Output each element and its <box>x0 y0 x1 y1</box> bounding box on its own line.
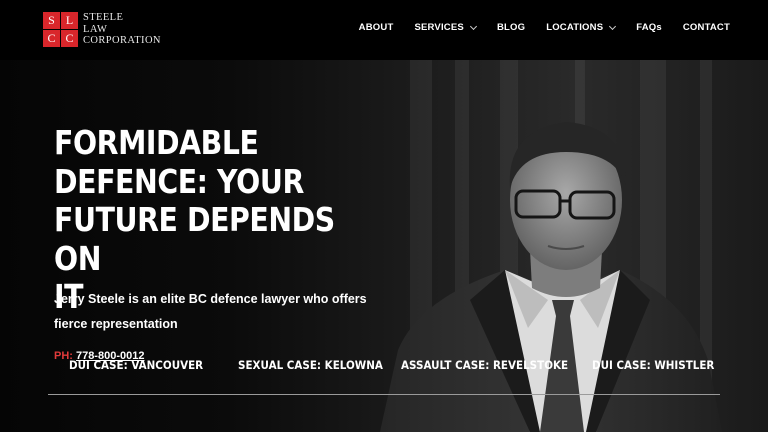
case-link-dui-vancouver[interactable]: DUI CASE: VANCOUVER <box>69 358 203 372</box>
main-nav: ABOUT SERVICES BLOG LOCATIONS FAQs CONTA… <box>338 22 730 33</box>
logo-wordmark: STEELE LAW CORPORATION <box>83 12 161 47</box>
nav-item-contact[interactable]: CONTACT <box>683 22 730 33</box>
nav-item-services[interactable]: SERVICES <box>414 22 477 33</box>
logo-letter: L <box>61 12 78 29</box>
nav-item-faqs[interactable]: FAQs <box>636 22 662 33</box>
nav-item-blog[interactable]: BLOG <box>497 22 525 33</box>
nav-item-label: FAQs <box>636 22 662 33</box>
nav-item-label: LOCATIONS <box>546 22 604 33</box>
section-divider <box>48 394 720 395</box>
logo-mark: S L C C <box>43 12 78 47</box>
hero-subtext: Jerry Steele is an elite BC defence lawy… <box>54 292 367 331</box>
site-header: S L C C STEELE LAW CORPORATION ABOUT SER… <box>0 0 768 60</box>
chevron-down-icon <box>469 22 477 30</box>
nav-item-about[interactable]: ABOUT <box>359 22 394 33</box>
nav-item-label: BLOG <box>496 22 526 33</box>
case-link-assault-revelstoke[interactable]: ASSAULT CASE: REVELSTOKE <box>401 358 568 372</box>
nav-item-label: CONTACT <box>682 22 730 33</box>
logo[interactable]: S L C C STEELE LAW CORPORATION <box>43 12 161 47</box>
nav-item-label: ABOUT <box>358 22 394 33</box>
nav-item-label: SERVICES <box>414 22 464 33</box>
logo-name-line: STEELE <box>83 12 124 24</box>
case-link-dui-whistler[interactable]: DUI CASE: WHISTLER <box>592 358 714 372</box>
logo-letter: C <box>61 30 78 47</box>
chevron-down-icon <box>609 22 617 30</box>
case-link-sexual-kelowna[interactable]: SEXUAL CASE: KELOWNA <box>238 358 383 372</box>
hero-section: FORMIDABLE DEFENCE: YOUR FUTURE DEPENDS … <box>0 60 768 432</box>
logo-name-line: LAW <box>83 23 108 35</box>
nav-item-locations[interactable]: LOCATIONS <box>546 22 617 33</box>
logo-name-line: CORPORATION <box>83 35 161 47</box>
logo-letter: C <box>43 30 60 47</box>
logo-letter: S <box>43 12 60 29</box>
